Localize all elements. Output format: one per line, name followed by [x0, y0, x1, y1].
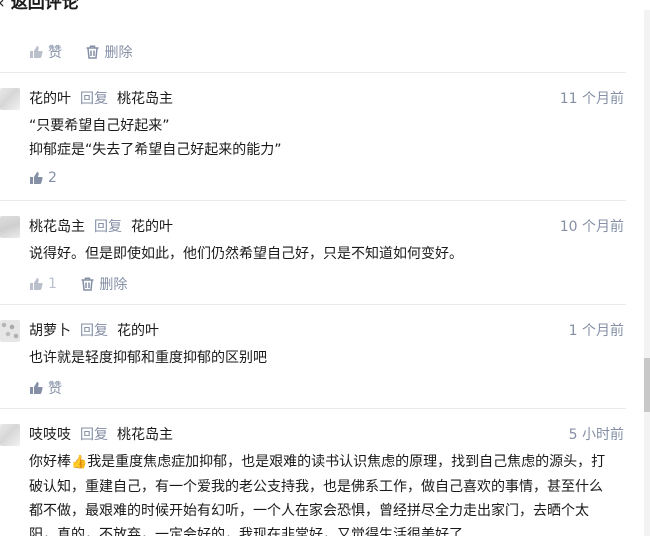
comment-meta: 吱吱吱 回复 桃花岛主	[29, 424, 173, 444]
comment-time: 1 个月前	[568, 323, 624, 339]
scrollbar[interactable]	[644, 0, 650, 536]
like-button[interactable]: 1	[29, 276, 57, 292]
divider	[0, 304, 626, 305]
comment-actions: 2	[29, 170, 77, 189]
reply-target[interactable]: 桃花岛主	[117, 427, 173, 443]
scrollbar-thumb[interactable]	[644, 358, 650, 412]
reply-target[interactable]: 花的叶	[117, 323, 159, 339]
comment-line: “只要希望自己好起来”	[29, 118, 170, 134]
trash-icon	[86, 45, 99, 59]
like-label: 赞	[48, 45, 62, 61]
comment-meta: 花的叶 回复 桃花岛主	[29, 88, 173, 108]
comment-actions: 赞 删除	[29, 42, 152, 63]
delete-label: 删除	[104, 45, 133, 61]
comment-meta: 桃花岛主 回复 花的叶	[29, 216, 173, 236]
back-to-comments-button[interactable]: ‹ 返回评论	[0, 0, 79, 10]
delete-label: 删除	[99, 277, 128, 293]
author-name[interactable]: 胡萝卜	[29, 323, 71, 339]
comment-line: 也许就是轻度抑郁和重度抑郁的区别吧	[29, 350, 267, 366]
author-name[interactable]: 花的叶	[29, 91, 71, 107]
reply-target[interactable]: 桃花岛主	[117, 91, 173, 107]
comment-actions: 1 删除	[29, 274, 147, 295]
comment-actions: 赞	[29, 378, 82, 399]
thumbs-up-icon	[30, 172, 43, 184]
comment-text-prefix: 你好棒	[29, 454, 71, 470]
comment-paragraph: 你好棒👍我是重度焦虑症加抑郁，也是艰难的读书认识焦虑的原理，找到自己焦虑的源头，…	[29, 450, 607, 536]
reply-word: 回复	[80, 91, 108, 107]
divider	[0, 200, 626, 201]
back-label: 返回评论	[10, 0, 79, 10]
thumbs-up-icon	[30, 46, 43, 58]
avatar[interactable]	[0, 216, 20, 238]
header-bar: ‹ 返回评论	[0, 0, 650, 10]
comment-time: 11 个月前	[559, 91, 624, 107]
avatar[interactable]	[0, 88, 20, 110]
comment-text: 也许就是轻度抑郁和重度抑郁的区别吧	[29, 346, 609, 370]
comment-time: 5 小时前	[568, 427, 624, 443]
reply-word: 回复	[94, 219, 122, 235]
reply-word: 回复	[80, 323, 108, 339]
avatar[interactable]	[0, 424, 20, 446]
comment-text-rest: 我是重度焦虑症加抑郁，也是艰难的读书认识焦虑的原理，找到自己焦虑的源头，打破认知…	[29, 454, 606, 536]
reply-word: 回复	[80, 427, 108, 443]
divider	[0, 408, 626, 409]
delete-button[interactable]: 删除	[81, 274, 127, 294]
comment-time: 10 个月前	[559, 219, 624, 235]
delete-button[interactable]: 删除	[86, 42, 132, 62]
like-count: 1	[48, 276, 57, 292]
author-name[interactable]: 吱吱吱	[29, 427, 71, 443]
like-button[interactable]: 赞	[29, 378, 62, 398]
comment-line: 抑郁症是“失去了希望自己好起来的能力”	[29, 142, 282, 158]
thumbs-up-emoji: 👍	[71, 455, 88, 470]
comment-text: “只要希望自己好起来” 抑郁症是“失去了希望自己好起来的能力”	[29, 114, 609, 162]
trash-icon	[81, 277, 94, 291]
comment-meta: 胡萝卜 回复 花的叶	[29, 320, 159, 340]
thumbs-up-icon	[30, 382, 43, 394]
reply-target[interactable]: 花的叶	[131, 219, 173, 235]
like-count: 2	[48, 170, 57, 186]
thumbs-up-icon	[30, 278, 43, 290]
divider	[0, 72, 626, 73]
like-button[interactable]: 赞	[29, 42, 62, 62]
chevron-left-icon: ‹	[0, 0, 5, 10]
author-name[interactable]: 桃花岛主	[29, 219, 85, 235]
comment-text: 说得好。但是即使如此，他们仍然希望自己好，只是不知道如何变好。	[29, 242, 609, 266]
comment-text: 你好棒👍我是重度焦虑症加抑郁，也是艰难的读书认识焦虑的原理，找到自己焦虑的源头，…	[29, 450, 607, 536]
like-label: 赞	[48, 381, 62, 397]
like-button[interactable]: 2	[29, 170, 57, 186]
avatar[interactable]	[0, 320, 20, 342]
comment-line: 说得好。但是即使如此，他们仍然希望自己好，只是不知道如何变好。	[29, 246, 463, 262]
